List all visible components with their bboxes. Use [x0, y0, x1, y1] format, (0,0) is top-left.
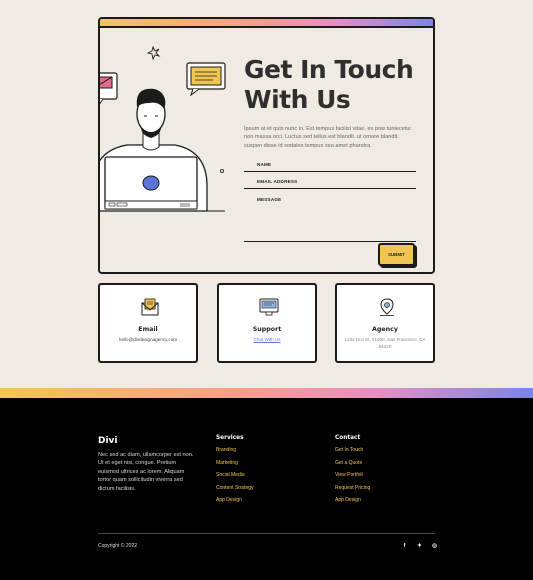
location-pin-icon: [380, 298, 394, 316]
contact-link-portfolio[interactable]: View Portfoli: [335, 472, 370, 485]
email-address[interactable]: hello@divdesignagency.com: [106, 336, 190, 343]
contact-link-pricing[interactable]: Request Pricing: [335, 485, 370, 498]
footer-brand-text: Nec sed ac diam, ullamcorper est non. Ut…: [98, 452, 194, 492]
services-heading: Services: [216, 435, 244, 441]
support-card: Support Chat With Us: [217, 283, 317, 363]
email-card-title: Email: [138, 326, 158, 333]
submit-button[interactable]: SUBMIT: [378, 243, 415, 266]
name-field[interactable]: NAME: [244, 156, 416, 172]
name-label: NAME: [257, 162, 272, 167]
email-card: Email hello@divdesignagency.com: [98, 283, 198, 363]
footer: Divi Nec sed ac diam, ullamcorper est no…: [0, 388, 533, 580]
footer-divider: [98, 533, 435, 534]
page-title: Get In Touch With Us: [244, 55, 414, 114]
email-label: EMAIL ADDRESS: [257, 179, 298, 184]
contact-heading: Contact: [335, 435, 361, 441]
contact-description: Ipsum at et quis nunc in. Est tempus fac…: [244, 126, 412, 149]
footer-brand[interactable]: Divi: [98, 436, 118, 446]
copyright: Copyright © 2022: [98, 543, 137, 549]
message-label: MESSAGE: [257, 197, 282, 202]
chat-link[interactable]: Chat With Us: [225, 336, 309, 343]
message-field[interactable]: MESSAGE: [244, 190, 416, 242]
monitor-chat-icon: [259, 298, 279, 316]
footer-gradient-bar: [0, 388, 533, 398]
contact-column: Contact Get In Touch Get a Quote View Po…: [335, 435, 370, 510]
agency-card: Agency 1234 Divi St. #1000, San Francisc…: [335, 283, 435, 363]
services-link-content-strategy[interactable]: Content Strategy: [216, 485, 254, 498]
services-column: Services Branding Marketing Social Media…: [216, 435, 254, 510]
services-link-social-media[interactable]: Social Media: [216, 472, 254, 485]
contact-link-app-design[interactable]: App Design: [335, 497, 370, 510]
contact-card: Get In Touch With Us Ipsum at et quis nu…: [98, 17, 435, 274]
chat-bubble-icon: [186, 62, 226, 97]
contact-link-get-in-touch[interactable]: Get In Touch: [335, 447, 370, 460]
twitter-icon[interactable]: ✦: [416, 542, 423, 549]
envelope-icon: [141, 298, 159, 316]
services-link-marketing[interactable]: Marketing: [216, 460, 254, 473]
agency-card-title: Agency: [372, 326, 398, 333]
envelope-bubble-icon: [100, 72, 118, 105]
services-link-app-design[interactable]: App Design: [216, 497, 254, 510]
social-links: f ✦ ◎: [401, 542, 438, 549]
person-laptop-illustration: [100, 45, 226, 212]
facebook-icon[interactable]: f: [401, 542, 408, 549]
email-field[interactable]: EMAIL ADDRESS: [244, 173, 416, 189]
services-link-branding[interactable]: Branding: [216, 447, 254, 460]
agency-address: 1234 Divi St. #1000, San Francisco, CA 9…: [344, 337, 426, 349]
support-card-title: Support: [252, 326, 282, 333]
contact-link-get-quote[interactable]: Get a Quote: [335, 460, 370, 473]
gradient-bar: [100, 19, 433, 28]
instagram-icon[interactable]: ◎: [431, 542, 438, 549]
